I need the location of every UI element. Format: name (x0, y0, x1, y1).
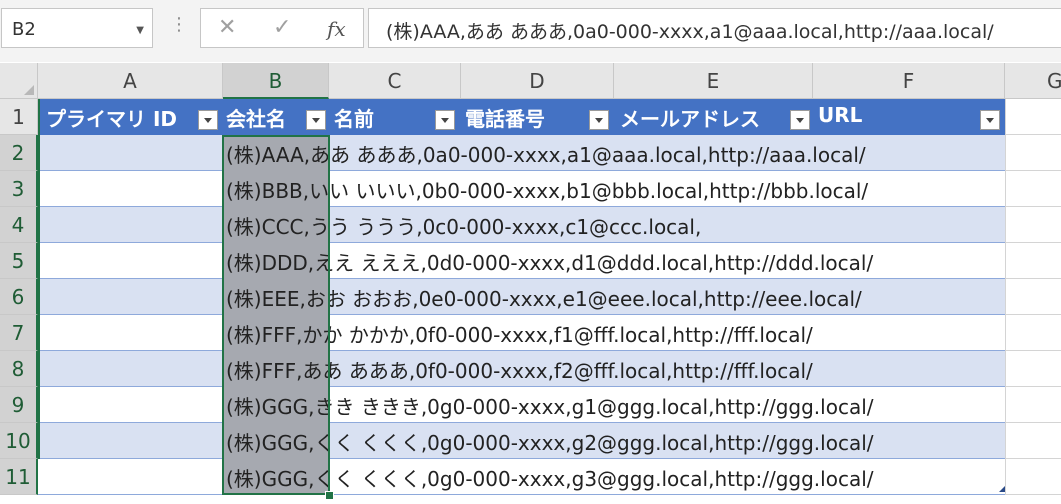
row-header-8[interactable]: 8 (0, 351, 38, 387)
filter-dropdown-icon[interactable] (435, 110, 455, 130)
table-row: (株)BBB,いい いいい,0b0-000-xxxx,b1@bbb.local,… (38, 171, 1061, 207)
formula-bar-area: B2 ▼ ⋮ ✕ ✓ fx (株)AAA,ああ あああ,0a0-000-xxxx… (0, 0, 1061, 62)
column-header-a[interactable]: A (38, 63, 223, 99)
column-header-f[interactable]: F (813, 63, 1005, 99)
filter-dropdown-icon[interactable] (790, 110, 810, 130)
column-header-b[interactable]: B (223, 63, 329, 99)
table-row: (株)DDD,ええ えええ,0d0-000-xxxx,d1@ddd.local,… (38, 243, 1061, 279)
filter-dropdown-icon[interactable] (980, 110, 1000, 130)
column-header-e[interactable]: E (614, 63, 813, 99)
gridline (1005, 423, 1006, 459)
cell-b-text[interactable]: (株)GGG,くく くくく,0g0-000-xxxx,g2@ggg.local,… (226, 427, 874, 456)
insert-function-icon[interactable]: fx (327, 17, 346, 41)
row-header-5[interactable]: 5 (0, 243, 38, 279)
header-cell-url[interactable]: URL (818, 103, 862, 127)
gridline (1005, 207, 1006, 243)
table-row: (株)AAA,ああ あああ,0a0-000-xxxx,a1@aaa.local,… (38, 135, 1061, 171)
worksheet-grid: A B C D E F G 1 2 3 4 5 6 7 8 9 10 11 プラ… (0, 63, 1061, 504)
row-header-6[interactable]: 6 (0, 279, 38, 315)
cell-b-text[interactable]: (株)GGG,くく くくく,0g0-000-xxxx,g3@ggg.local,… (226, 463, 874, 492)
header-cell-primary-id[interactable]: プライマリ ID (46, 103, 177, 132)
cancel-icon[interactable]: ✕ (218, 15, 236, 40)
gridline (1005, 279, 1006, 315)
header-cell-company[interactable]: 会社名 (226, 103, 286, 132)
gridline (1005, 387, 1006, 423)
cell-area: プライマリ ID 会社名 名前 電話番号 メールアドレス URL (株)AAA,… (38, 99, 1061, 504)
cell-b-text[interactable]: (株)GGG,きき ききき,0g0-000-xxxx,g1@ggg.local,… (226, 391, 874, 420)
filter-dropdown-icon[interactable] (306, 110, 326, 130)
filter-dropdown-icon[interactable] (198, 110, 218, 130)
gridline (1005, 459, 1006, 495)
name-box-value: B2 (12, 19, 36, 40)
name-box[interactable]: B2 ▼ (1, 8, 153, 48)
formula-buttons: ✕ ✓ fx (200, 8, 364, 48)
cell-b-text[interactable]: (株)CCC,うう ううう,0c0-000-xxxx,c1@ccc.local, (226, 211, 701, 240)
cell-b-text[interactable]: (株)AAA,ああ あああ,0a0-000-xxxx,a1@aaa.local,… (226, 139, 866, 168)
header-cell-phone[interactable]: 電話番号 (465, 103, 545, 132)
row-header-7[interactable]: 7 (0, 315, 38, 351)
table-row: (株)GGG,くく くくく,0g0-000-xxxx,g3@ggg.local,… (38, 459, 1061, 495)
header-cell-email[interactable]: メールアドレス (620, 103, 760, 132)
cell-b-text[interactable]: (株)DDD,ええ えええ,0d0-000-xxxx,d1@ddd.local,… (226, 247, 873, 276)
row-header-9[interactable]: 9 (0, 387, 38, 423)
select-all-button[interactable] (0, 63, 38, 99)
column-header-g[interactable]: G (1005, 63, 1061, 99)
fill-handle[interactable] (325, 491, 334, 500)
enter-icon[interactable]: ✓ (273, 15, 291, 40)
header-cell-name[interactable]: 名前 (334, 103, 374, 132)
gridline (1005, 171, 1006, 207)
row-header-11[interactable]: 11 (0, 459, 38, 495)
gridline (1005, 494, 1061, 495)
cell-b-text[interactable]: (株)FFF,かか かかか,0f0-000-xxxx,f1@fff.local,… (226, 319, 813, 348)
cell-b-text[interactable]: (株)FFF,ああ あああ,0f0-000-xxxx,f2@fff.local,… (226, 355, 813, 384)
formula-input[interactable]: (株)AAA,ああ あああ,0a0-000-xxxx,a1@aaa.local,… (368, 8, 1061, 48)
column-header-c[interactable]: C (329, 63, 461, 99)
row-header-4[interactable]: 4 (0, 207, 38, 243)
chevron-down-icon[interactable]: ▼ (136, 25, 144, 36)
table-resize-handle[interactable] (999, 486, 1005, 492)
table-row: (株)GGG,きき ききき,0g0-000-xxxx,g1@ggg.local,… (38, 387, 1061, 423)
table-row: (株)FFF,かか かかか,0f0-000-xxxx,f1@fff.local,… (38, 315, 1061, 351)
cell-b-text[interactable]: (株)EEE,おお おおお,0e0-000-xxxx,e1@eee.local,… (226, 283, 862, 312)
gridline (1005, 99, 1006, 135)
table-row: (株)CCC,うう ううう,0c0-000-xxxx,c1@ccc.local, (38, 207, 1061, 243)
gridline (1005, 315, 1006, 351)
more-options-icon[interactable]: ⋮ (170, 14, 188, 35)
table-header-row: プライマリ ID 会社名 名前 電話番号 メールアドレス URL (38, 99, 1061, 135)
formula-content: (株)AAA,ああ あああ,0a0-000-xxxx,a1@aaa.local,… (386, 21, 994, 43)
table-row: (株)FFF,ああ あああ,0f0-000-xxxx,f2@fff.local,… (38, 351, 1061, 387)
table-row: (株)EEE,おお おおお,0e0-000-xxxx,e1@eee.local,… (38, 279, 1061, 315)
gridline (1005, 135, 1006, 171)
row-header-1[interactable]: 1 (0, 99, 38, 135)
cell-b-text[interactable]: (株)BBB,いい いいい,0b0-000-xxxx,b1@bbb.local,… (226, 175, 868, 204)
row-header-2[interactable]: 2 (0, 135, 38, 171)
row-header-10[interactable]: 10 (0, 423, 38, 459)
column-header-d[interactable]: D (461, 63, 614, 99)
column-a-selection-edge (38, 99, 40, 459)
table-row: (株)GGG,くく くくく,0g0-000-xxxx,g2@ggg.local,… (38, 423, 1061, 459)
row-header-3[interactable]: 3 (0, 171, 38, 207)
gridline (1005, 351, 1006, 387)
filter-dropdown-icon[interactable] (589, 110, 609, 130)
gridline (1005, 243, 1006, 279)
